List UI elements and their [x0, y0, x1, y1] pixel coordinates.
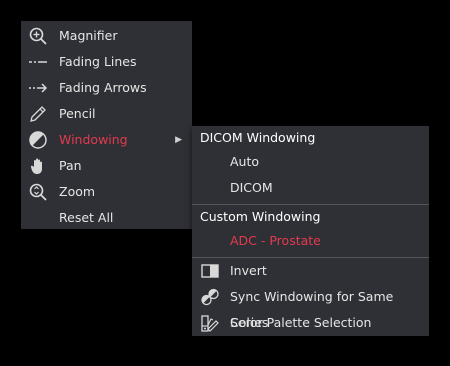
- magnifier-plus-icon: [28, 26, 48, 46]
- windowing-contrast-icon: [28, 130, 48, 150]
- menu-item-windowing[interactable]: Windowing ▶: [21, 127, 192, 153]
- zoom-icon: [28, 182, 48, 202]
- submenu-item-sync-windowing[interactable]: Sync Windowing for Same Series: [192, 284, 429, 330]
- submenu-item-label: Color Palette Selection: [230, 315, 372, 330]
- submenu-item-label: Invert: [230, 263, 267, 278]
- fading-arrows-icon: [28, 78, 48, 98]
- pencil-icon: [28, 104, 48, 124]
- submenu-item-dicom[interactable]: DICOM: [192, 175, 429, 201]
- menu-item-label: Pencil: [59, 106, 96, 121]
- menu-item-reset-all[interactable]: Reset All: [21, 205, 192, 231]
- submenu-item-color-palette[interactable]: Color Palette Selection: [192, 310, 429, 336]
- fading-lines-icon: [28, 52, 48, 72]
- menu-item-label: Zoom: [59, 184, 96, 199]
- submenu-item-label: DICOM: [230, 180, 273, 195]
- color-palette-icon: [200, 313, 220, 333]
- menu-item-magnifier[interactable]: Magnifier: [21, 23, 192, 49]
- submenu-arrow-icon: ▶: [175, 135, 182, 145]
- menu-item-label: Pan: [59, 158, 82, 173]
- submenu-item-label: Auto: [230, 154, 260, 169]
- menu-item-pan[interactable]: Pan: [21, 153, 192, 179]
- submenu-item-adc-prostate[interactable]: ADC - Prostate: [192, 228, 429, 254]
- menu-item-label: Fading Lines: [59, 54, 137, 69]
- menu-item-zoom[interactable]: Zoom: [21, 179, 192, 205]
- dicom-windowing-heading: DICOM Windowing: [200, 130, 316, 145]
- sync-windowing-icon: [200, 287, 220, 307]
- menu-item-label: Magnifier: [59, 28, 118, 43]
- menu-item-label: Fading Arrows: [59, 80, 147, 95]
- tools-context-menu: Magnifier Fading Lines Fading Arrows Pen…: [21, 21, 192, 229]
- custom-windowing-heading: Custom Windowing: [200, 209, 321, 224]
- hand-icon: [28, 156, 48, 176]
- submenu-item-invert[interactable]: Invert: [192, 258, 429, 284]
- submenu-item-auto[interactable]: Auto: [192, 149, 429, 175]
- menu-item-label: Reset All: [59, 210, 114, 225]
- menu-item-fading-lines[interactable]: Fading Lines: [21, 49, 192, 75]
- menu-item-pencil[interactable]: Pencil: [21, 101, 192, 127]
- menu-item-label: Windowing: [59, 132, 128, 147]
- menu-item-fading-arrows[interactable]: Fading Arrows: [21, 75, 192, 101]
- invert-icon: [200, 261, 220, 281]
- submenu-item-label: ADC - Prostate: [230, 233, 321, 248]
- windowing-submenu: DICOM Windowing Auto DICOM Custom Window…: [192, 126, 429, 336]
